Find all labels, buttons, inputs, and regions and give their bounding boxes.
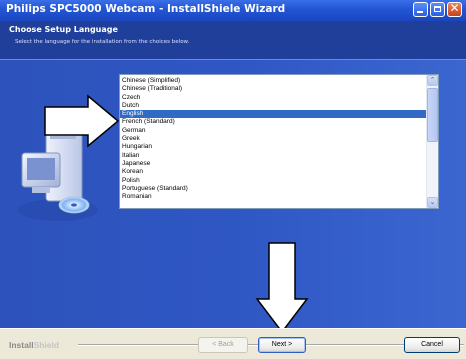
list-item[interactable]: Portuguese (Standard)	[120, 185, 427, 193]
list-item[interactable]: Hungarian	[120, 143, 427, 151]
arrow-down-icon	[255, 242, 309, 334]
maximize-button[interactable]	[430, 2, 445, 17]
title-bar[interactable]: Philips SPC5000 Webcam - InstallShiele W…	[0, 0, 466, 21]
list-item[interactable]: Italian	[120, 152, 427, 160]
scroll-down-button[interactable]: ⌄	[427, 197, 438, 208]
scroll-down-icon: ⌄	[429, 198, 436, 206]
list-item[interactable]: Greek	[120, 135, 427, 143]
page-subtitle: Select the language for the installation…	[15, 39, 190, 45]
installshield-logo: InstallShield	[9, 340, 59, 350]
vertical-scrollbar[interactable]: ⌃ ⌄	[426, 75, 438, 208]
installer-window: Philips SPC5000 Webcam - InstallShiele W…	[0, 0, 466, 359]
scroll-up-button[interactable]: ⌃	[427, 75, 438, 86]
next-button[interactable]: Next >	[258, 337, 306, 353]
language-listbox[interactable]: Chinese (Simplified) Chinese (Traditiona…	[119, 74, 439, 209]
list-item[interactable]: Chinese (Traditional)	[120, 85, 427, 93]
arrow-right-icon	[44, 94, 120, 148]
brand-shield-text: Shield	[33, 340, 60, 350]
wizard-header: Choose Setup Language Select the languag…	[0, 21, 466, 60]
list-item[interactable]: Czech	[120, 94, 427, 102]
list-item[interactable]: Korean	[120, 168, 427, 176]
list-item[interactable]: Romanian	[120, 193, 427, 201]
list-item[interactable]: German	[120, 127, 427, 135]
close-icon: ✕	[449, 1, 460, 15]
cancel-button[interactable]: Cancel	[404, 337, 460, 353]
list-item[interactable]: Dutch	[120, 102, 427, 110]
list-item[interactable]: Japanese	[120, 160, 427, 168]
close-button[interactable]: ✕	[447, 1, 462, 17]
scroll-up-icon: ⌃	[429, 76, 436, 84]
back-button[interactable]: < Back	[198, 337, 248, 353]
list-item[interactable]: French (Standard)	[120, 118, 427, 126]
list-item[interactable]: Chinese (Simplified)	[120, 77, 427, 85]
list-item[interactable]: Polish	[120, 177, 427, 185]
minimize-icon	[417, 11, 423, 13]
window-title: Philips SPC5000 Webcam - InstallShiele W…	[6, 3, 286, 15]
maximize-icon	[434, 6, 441, 12]
language-list: Chinese (Simplified) Chinese (Traditiona…	[120, 77, 427, 201]
page-title: Choose Setup Language	[9, 25, 118, 34]
list-item-selected[interactable]: English	[120, 110, 427, 119]
scrollbar-thumb[interactable]	[427, 88, 438, 142]
minimize-button[interactable]	[413, 2, 428, 17]
brand-install-text: Install	[9, 340, 34, 350]
